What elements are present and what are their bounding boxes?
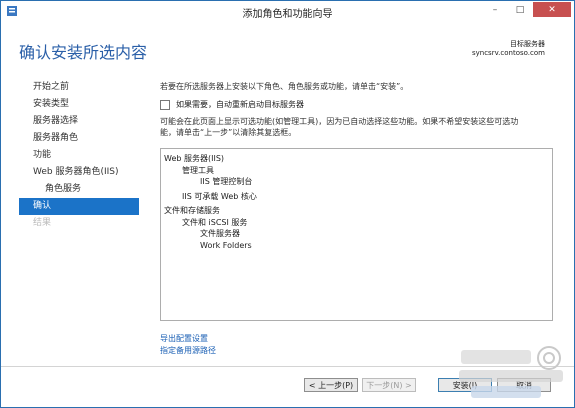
footer-divider — [1, 366, 574, 367]
window-controls: – □ ✕ — [483, 2, 571, 17]
close-button[interactable]: ✕ — [533, 2, 571, 17]
note-line-1: 可能会在此页面上显示可选功能(如管理工具)，因为已自动选择这些功能。如果不希望安… — [160, 117, 519, 126]
cancel-button[interactable]: 取消 — [497, 378, 551, 392]
destination-server-label: 目标服务器 — [510, 40, 545, 48]
nav-item-results: 结果 — [33, 218, 52, 228]
list-item: Work Folders — [200, 240, 252, 250]
list-item: 管理工具 — [182, 165, 214, 175]
nav-item-installation-type[interactable]: 安装类型 — [19, 96, 139, 113]
restart-option[interactable]: 如果需要，自动重新启动目标服务器 — [160, 99, 304, 110]
watermark-logo — [459, 346, 563, 398]
list-item: 文件和存储服务 — [164, 206, 220, 215]
restart-checkbox[interactable] — [160, 99, 170, 110]
list-item: 文件服务器 — [200, 229, 240, 238]
previous-button[interactable]: < 上一步(P) — [304, 378, 358, 392]
selected-features-list[interactable]: Web 服务器(IIS) 管理工具 IIS 管理控制台 IIS 可承载 Web … — [160, 148, 553, 321]
list-item: IIS 管理控制台 — [200, 177, 253, 186]
install-button[interactable]: 安装(I) — [438, 378, 492, 392]
nav-item-server-selection[interactable]: 服务器选择 — [19, 113, 139, 130]
title-bar[interactable]: 添加角色和功能向导 – □ ✕ — [1, 1, 574, 23]
instruction-text: 若要在所选服务器上安装以下角色、角色服务或功能，请单击“安装”。 — [160, 82, 409, 91]
page-title: 确认安装所选内容 — [19, 43, 148, 62]
restart-checkbox-label[interactable]: 如果需要，自动重新启动目标服务器 — [176, 99, 304, 110]
wizard-nav: 开始之前 安装类型 服务器选择 服务器角色 功能 Web 服务器角色(IIS) … — [19, 79, 139, 232]
alternate-source-link[interactable]: 指定备用源路径 — [160, 345, 216, 356]
next-button: 下一步(N) > — [362, 378, 416, 392]
export-config-link[interactable]: 导出配置设置 — [160, 333, 208, 344]
note-line-2: 能，请单击“上一步”以清除其复选框。 — [160, 128, 297, 137]
nav-item-confirmation[interactable]: 确认 — [19, 198, 139, 215]
nav-item-role-services[interactable]: 角色服务 — [19, 181, 139, 198]
wizard-window: 添加角色和功能向导 – □ ✕ 确认安装所选内容 目标服务器 syncsrv.c… — [0, 0, 575, 408]
maximize-button[interactable]: □ — [508, 2, 532, 17]
destination-server-name: syncsrv.contoso.com — [471, 49, 545, 57]
nav-item-features[interactable]: 功能 — [19, 147, 139, 164]
nav-item-server-roles[interactable]: 服务器角色 — [19, 130, 139, 147]
list-item: IIS 可承载 Web 核心 — [182, 191, 257, 201]
optional-features-note: 可能会在此页面上显示可选功能(如管理工具)，因为已自动选择这些功能。如果不希望安… — [160, 116, 555, 138]
minimize-button[interactable]: – — [483, 2, 507, 17]
list-item: 文件和 iSCSI 服务 — [182, 217, 248, 227]
list-item: Web 服务器(IIS) — [164, 154, 225, 163]
nav-item-web-server-role[interactable]: Web 服务器角色(IIS) — [19, 164, 139, 181]
nav-item-before-you-begin[interactable]: 开始之前 — [19, 79, 139, 96]
